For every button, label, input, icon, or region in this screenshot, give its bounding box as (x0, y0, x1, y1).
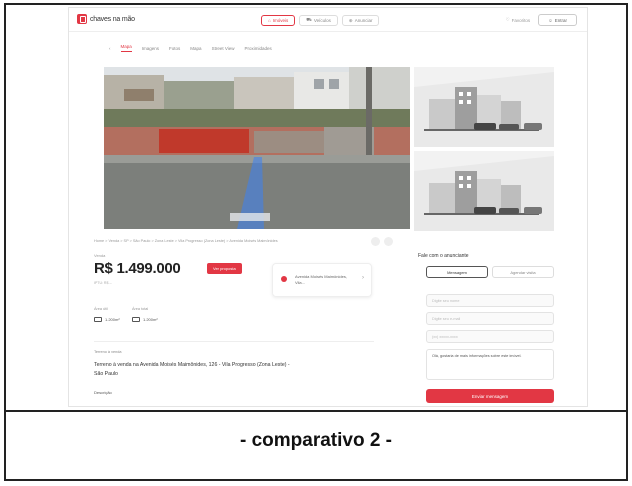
email-placeholder: Digite seu e-mail (432, 316, 461, 321)
nav-imoveis-label: Imóveis (272, 18, 289, 23)
price-subtext: IPTU: R$ -- (94, 281, 112, 285)
building-illustration (414, 67, 554, 147)
breadcrumb[interactable]: Home > Venda > SP > São Paulo > Zona Les… (94, 239, 278, 243)
price-label: Venda (94, 253, 106, 258)
heart-icon: ♡ (505, 17, 510, 22)
chevron-right-icon: › (362, 275, 364, 281)
login-label: Entrar (554, 17, 567, 23)
tab-schedule-visit[interactable]: Agendar visita (492, 266, 554, 278)
phone-placeholder: (xx) xxxxx-xxxx (432, 334, 458, 339)
message-textarea[interactable]: Olá, gostaria de mais informações sobre … (426, 349, 554, 380)
email-field[interactable]: Digite seu e-mail (426, 312, 554, 325)
nav-imoveis-button[interactable]: ⌂ Imóveis (261, 15, 296, 26)
location-text: Avenida Moisés Maimônides, Vila... (295, 274, 347, 285)
area-total-value: 1.200m² (143, 317, 158, 322)
section-divider (94, 341, 374, 342)
back-arrow-icon[interactable]: ‹ (109, 46, 111, 51)
nav-veiculos-label: Veículos (313, 18, 331, 23)
building-illustration-2 (414, 151, 554, 231)
megaphone-icon: ⊕ (348, 17, 353, 23)
location-pin-icon (281, 276, 287, 282)
login-button[interactable]: ☺ Entrar (538, 14, 577, 26)
tab-message-label: Mensagem (447, 269, 467, 275)
contact-title: Fale com o anunciante (418, 253, 469, 259)
nav-veiculos-button[interactable]: ⛟ Veículos (299, 15, 338, 26)
gallery-side-image-2[interactable] (414, 151, 554, 231)
contact-form: Fale com o anunciante Mensagem Agendar v… (418, 240, 563, 406)
tab-mapa[interactable]: Mapa (120, 44, 132, 52)
nav-anunciar-button[interactable]: ⊕ Anunciar (341, 15, 380, 26)
area-useful-label: Área útil (94, 307, 108, 311)
ruler-icon-2 (132, 317, 140, 322)
tab-visit-label: Agendar visita (510, 269, 536, 275)
media-tabs: ‹ Mapa Imagens Fotos Mapa Street View Pr… (109, 44, 272, 52)
listing-description: Terreno à venda na Avenida Moisés Maimôn… (94, 362, 290, 377)
tab-message[interactable]: Mensagem (426, 266, 488, 278)
favorite-icon[interactable] (384, 237, 393, 246)
screenshot-frame: chaves na mão ⌂ Imóveis ⛟ Veículos ⊕ Anu… (4, 3, 628, 481)
ruler-icon (94, 317, 102, 322)
area-useful: Área útil 1.200m² (94, 307, 120, 322)
name-placeholder: Digite seu nome (432, 298, 460, 303)
listing-price: R$ 1.499.000 (94, 260, 181, 277)
user-icon: ☺ (548, 17, 553, 23)
location-card[interactable]: Avenida Moisés Maimônides, Vila... › (272, 263, 372, 297)
tab-street-view[interactable]: Street View (212, 46, 235, 51)
share-actions (371, 237, 393, 246)
share-icon[interactable] (371, 237, 380, 246)
gallery-side-image-1[interactable] (414, 67, 554, 147)
description-heading[interactable]: Descrição (94, 390, 112, 395)
top-bar: chaves na mão ⌂ Imóveis ⛟ Veículos ⊕ Anu… (69, 8, 587, 32)
gallery-main-photo[interactable] (104, 67, 410, 229)
street-view-photo (104, 67, 410, 229)
phone-field[interactable]: (xx) xxxxx-xxxx (426, 330, 554, 343)
area-total-label: Área total (132, 307, 149, 311)
favorites-link[interactable]: ♡ Favoritos (506, 17, 531, 23)
tab-fotos[interactable]: Fotos (169, 46, 180, 51)
header-actions: ♡ Favoritos ☺ Entrar (506, 14, 577, 26)
car-icon: ⛟ (306, 17, 312, 22)
area-useful-value: 1.200m² (105, 317, 120, 322)
tab-proximidades[interactable]: Proximidades (245, 46, 272, 51)
favorites-label: Favoritos (511, 17, 531, 23)
area-total: Área total 1.200m² (132, 307, 158, 322)
main-nav: ⌂ Imóveis ⛟ Veículos ⊕ Anunciar (261, 15, 380, 26)
brand-name: chaves na mão (90, 15, 135, 23)
caption-divider (6, 410, 626, 412)
proposal-button[interactable]: Ver proposta (207, 263, 242, 274)
brand-logo[interactable]: chaves na mão (77, 14, 135, 24)
figure-caption: - comparativo 2 - (239, 430, 393, 451)
contact-tabs: Mensagem Agendar visita (426, 266, 554, 278)
send-message-button[interactable]: Enviar mensagem (426, 389, 554, 403)
tab-imagens[interactable]: Imagens (142, 46, 159, 51)
browser-page: chaves na mão ⌂ Imóveis ⛟ Veículos ⊕ Anu… (68, 7, 588, 407)
name-field[interactable]: Digite seu nome (426, 294, 554, 307)
nav-anunciar-label: Anunciar (354, 18, 373, 23)
tab-mapa-2[interactable]: Mapa (190, 46, 201, 51)
home-icon: ⌂ (268, 18, 271, 23)
logo-icon (77, 14, 87, 24)
property-type-tag: Terreno à venda (94, 350, 122, 354)
